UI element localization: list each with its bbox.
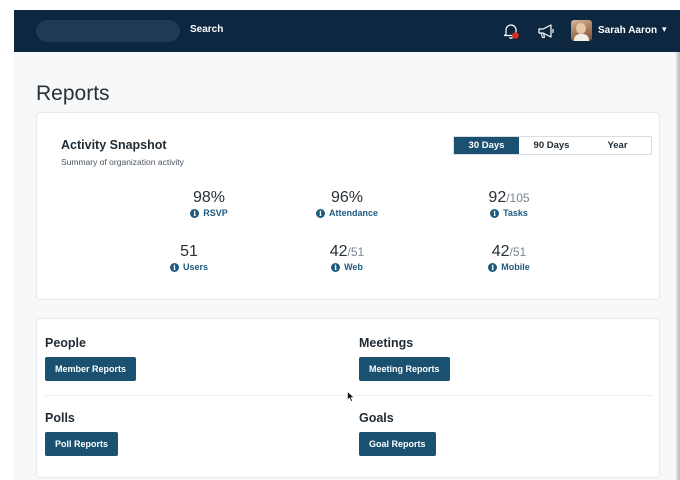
polls-section-title: Polls: [45, 411, 75, 425]
stat-value: 92: [488, 189, 507, 206]
range-selector: 30 Days 90 Days Year: [453, 136, 652, 155]
info-icon[interactable]: i: [190, 208, 200, 218]
info-icon[interactable]: i: [488, 262, 498, 272]
chevron-down-icon[interactable]: ▾: [662, 24, 667, 35]
stat-denominator: /105: [506, 191, 530, 205]
poll-reports-button[interactable]: Poll Reports: [45, 432, 119, 456]
megaphone-icon[interactable]: [536, 22, 556, 40]
info-icon[interactable]: i: [490, 208, 500, 218]
info-icon[interactable]: i: [315, 208, 325, 218]
page-title: Reports: [36, 82, 110, 105]
stat-value: 51: [180, 243, 198, 260]
people-section-title: People: [45, 336, 86, 350]
range-30-days-button[interactable]: 30 Days: [454, 137, 519, 154]
goals-section-title: Goals: [359, 411, 394, 425]
top-navbar: Search Sarah Aaron ▾: [14, 10, 680, 52]
user-name[interactable]: Sarah Aaron: [598, 25, 657, 36]
mouse-cursor-icon: [347, 391, 355, 402]
range-year-button[interactable]: Year: [584, 137, 651, 154]
stat-rsvp: 98% i RSVP: [139, 189, 279, 218]
stat-web: 42/51 i Web: [277, 243, 417, 272]
member-reports-button[interactable]: Member Reports: [45, 357, 137, 381]
search-button[interactable]: Search: [190, 24, 223, 35]
info-icon[interactable]: i: [331, 262, 341, 272]
stat-label: Users: [182, 262, 209, 272]
stat-denominator: /51: [347, 245, 365, 259]
stat-users: 51 i Users: [119, 243, 259, 272]
stat-label: RSVP: [203, 208, 228, 218]
stat-value: 98%: [192, 189, 226, 206]
search-input[interactable]: [36, 20, 180, 42]
stat-value: 42: [329, 243, 348, 260]
meetings-section-title: Meetings: [359, 336, 414, 350]
stat-tasks: 92/105 i Tasks: [439, 189, 579, 218]
goal-reports-button[interactable]: Goal Reports: [359, 432, 436, 456]
bell-icon[interactable]: [502, 22, 520, 40]
stat-value: 96%: [330, 189, 364, 206]
range-90-days-button[interactable]: 90 Days: [519, 137, 584, 154]
stat-attendance: 96% i Attendance: [277, 189, 417, 218]
snapshot-subtitle: Summary of organization activity: [61, 157, 184, 167]
snapshot-title: Activity Snapshot: [61, 138, 167, 152]
info-icon[interactable]: i: [169, 262, 179, 272]
stat-label: Attendance: [328, 208, 378, 218]
stat-label: Mobile: [501, 262, 530, 272]
window-edge: [676, 52, 680, 480]
stat-mobile: 42/51 i Mobile: [439, 243, 579, 272]
stat-label: Tasks: [503, 208, 528, 218]
stat-label: Web: [344, 262, 363, 272]
meeting-reports-button[interactable]: Meeting Reports: [359, 357, 450, 381]
stat-denominator: /51: [509, 245, 527, 259]
stat-value: 42: [491, 243, 510, 260]
activity-snapshot-card: Activity Snapshot Summary of organizatio…: [36, 112, 660, 300]
avatar[interactable]: [571, 20, 592, 41]
notification-dot: [512, 32, 519, 39]
